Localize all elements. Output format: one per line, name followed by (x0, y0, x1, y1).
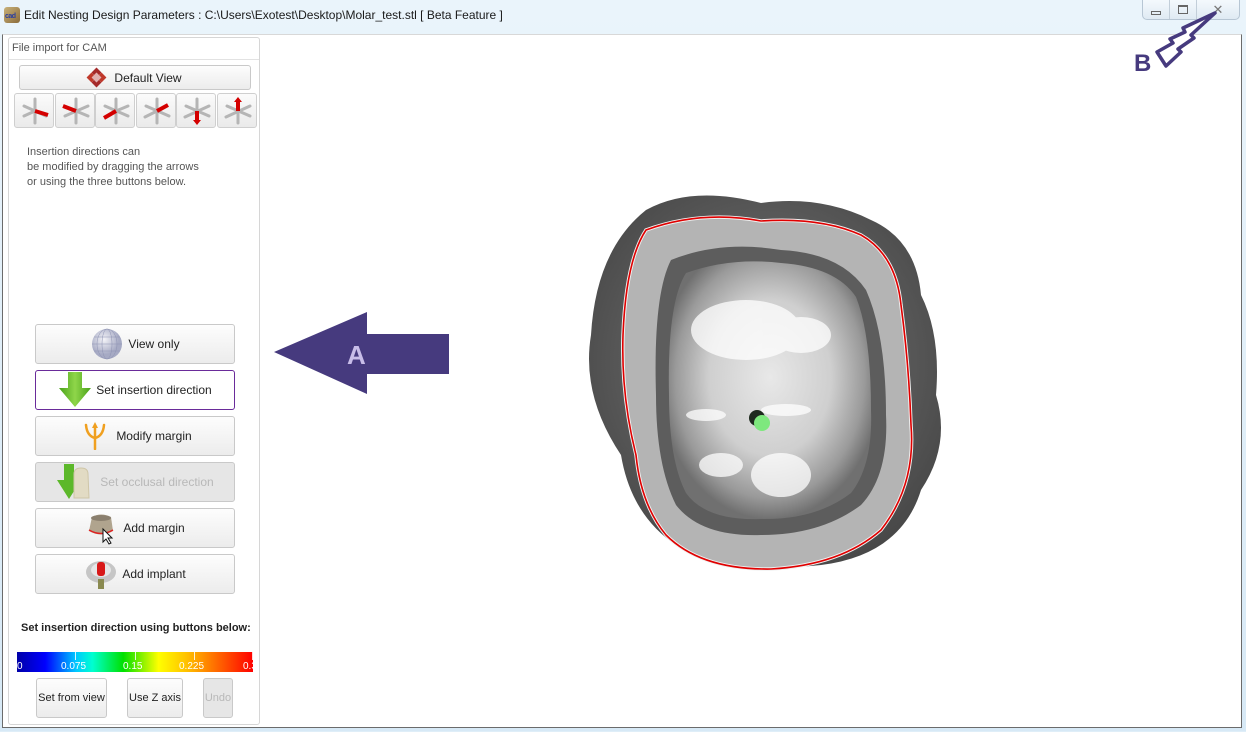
colorbar-tick (194, 652, 195, 660)
colorbar-label-max: 0.3 (243, 661, 257, 672)
insertion-direction-handle[interactable] (754, 415, 770, 431)
set-insertion-direction-button[interactable]: Set insertion direction (35, 370, 235, 410)
use-z-axis-button[interactable]: Use Z axis (127, 678, 183, 718)
annotation-b-label: B (1134, 50, 1151, 75)
deviation-colorbar: 0 0.075 0.15 0.225 0.3 (17, 652, 257, 672)
add-implant-label: Add implant (122, 567, 186, 581)
undo-button: Undo (203, 678, 233, 718)
colorbar-tick (135, 652, 136, 660)
colorbar-label: 0.225 (179, 661, 205, 672)
panel-header: File import for CAM (9, 38, 259, 60)
annotation-arrow-a: A (272, 312, 452, 399)
view-only-button[interactable]: View only (35, 324, 235, 364)
axis-left-icon (61, 97, 89, 125)
default-view-button[interactable]: Default View (19, 65, 251, 90)
view-front-button[interactable] (95, 93, 135, 128)
occlusal-direction-icon (56, 464, 96, 499)
view-top-button[interactable] (216, 93, 257, 128)
modify-margin-label: Modify margin (116, 429, 192, 443)
annotation-callout-b: B (1133, 0, 1233, 80)
axis-right-icon (22, 97, 49, 125)
view-right-button[interactable] (14, 93, 54, 128)
add-margin-icon (85, 511, 119, 545)
colorbar-label: 0.075 (61, 661, 87, 672)
axis-up-icon (224, 97, 251, 125)
set-occlusal-direction-button: Set occlusal direction (35, 462, 235, 502)
add-margin-label: Add margin (123, 521, 185, 535)
section-label: Set insertion direction using buttons be… (21, 622, 251, 634)
add-margin-button[interactable]: Add margin (35, 508, 235, 548)
set-from-view-button[interactable]: Set from view (36, 678, 107, 718)
window-title: Edit Nesting Design Parameters : C:\User… (24, 8, 503, 22)
colorbar-tick (252, 652, 253, 660)
set-insertion-direction-label: Set insertion direction (96, 383, 212, 397)
application-window: cad Edit Nesting Design Parameters : C:\… (0, 0, 1246, 731)
help-text: Insertion directions can be modified by … (27, 146, 199, 188)
side-panel: File import for CAM Default View Inserti… (8, 37, 260, 725)
green-down-arrow-icon (58, 372, 92, 407)
colorbar-tick (75, 652, 76, 660)
add-implant-button[interactable]: Add implant (35, 554, 235, 594)
axis-down-icon (183, 97, 211, 125)
modify-margin-button[interactable]: Modify margin (35, 416, 235, 456)
view-only-label: View only (128, 337, 180, 351)
default-view-icon (86, 67, 107, 87)
view-bottom-button[interactable] (176, 93, 216, 128)
trident-icon (78, 419, 112, 453)
view-back-button[interactable] (135, 93, 176, 128)
colorbar-label: 0.15 (123, 661, 143, 672)
default-view-label: Default View (114, 70, 182, 85)
view-left-button[interactable] (54, 93, 95, 128)
title-bar[interactable]: cad Edit Nesting Design Parameters : C:\… (0, 0, 1246, 34)
app-icon: cad (4, 7, 20, 23)
implant-icon (84, 557, 118, 591)
client-area: File import for CAM Default View Inserti… (2, 34, 1242, 728)
colorbar-label-min: 0 (17, 661, 23, 672)
axis-front-icon (102, 97, 130, 125)
annotation-a-label: A (347, 340, 366, 370)
view-buttons-row (14, 93, 257, 128)
set-occlusal-direction-label: Set occlusal direction (100, 475, 214, 489)
sphere-icon (90, 327, 124, 361)
axis-back-icon (143, 97, 170, 125)
